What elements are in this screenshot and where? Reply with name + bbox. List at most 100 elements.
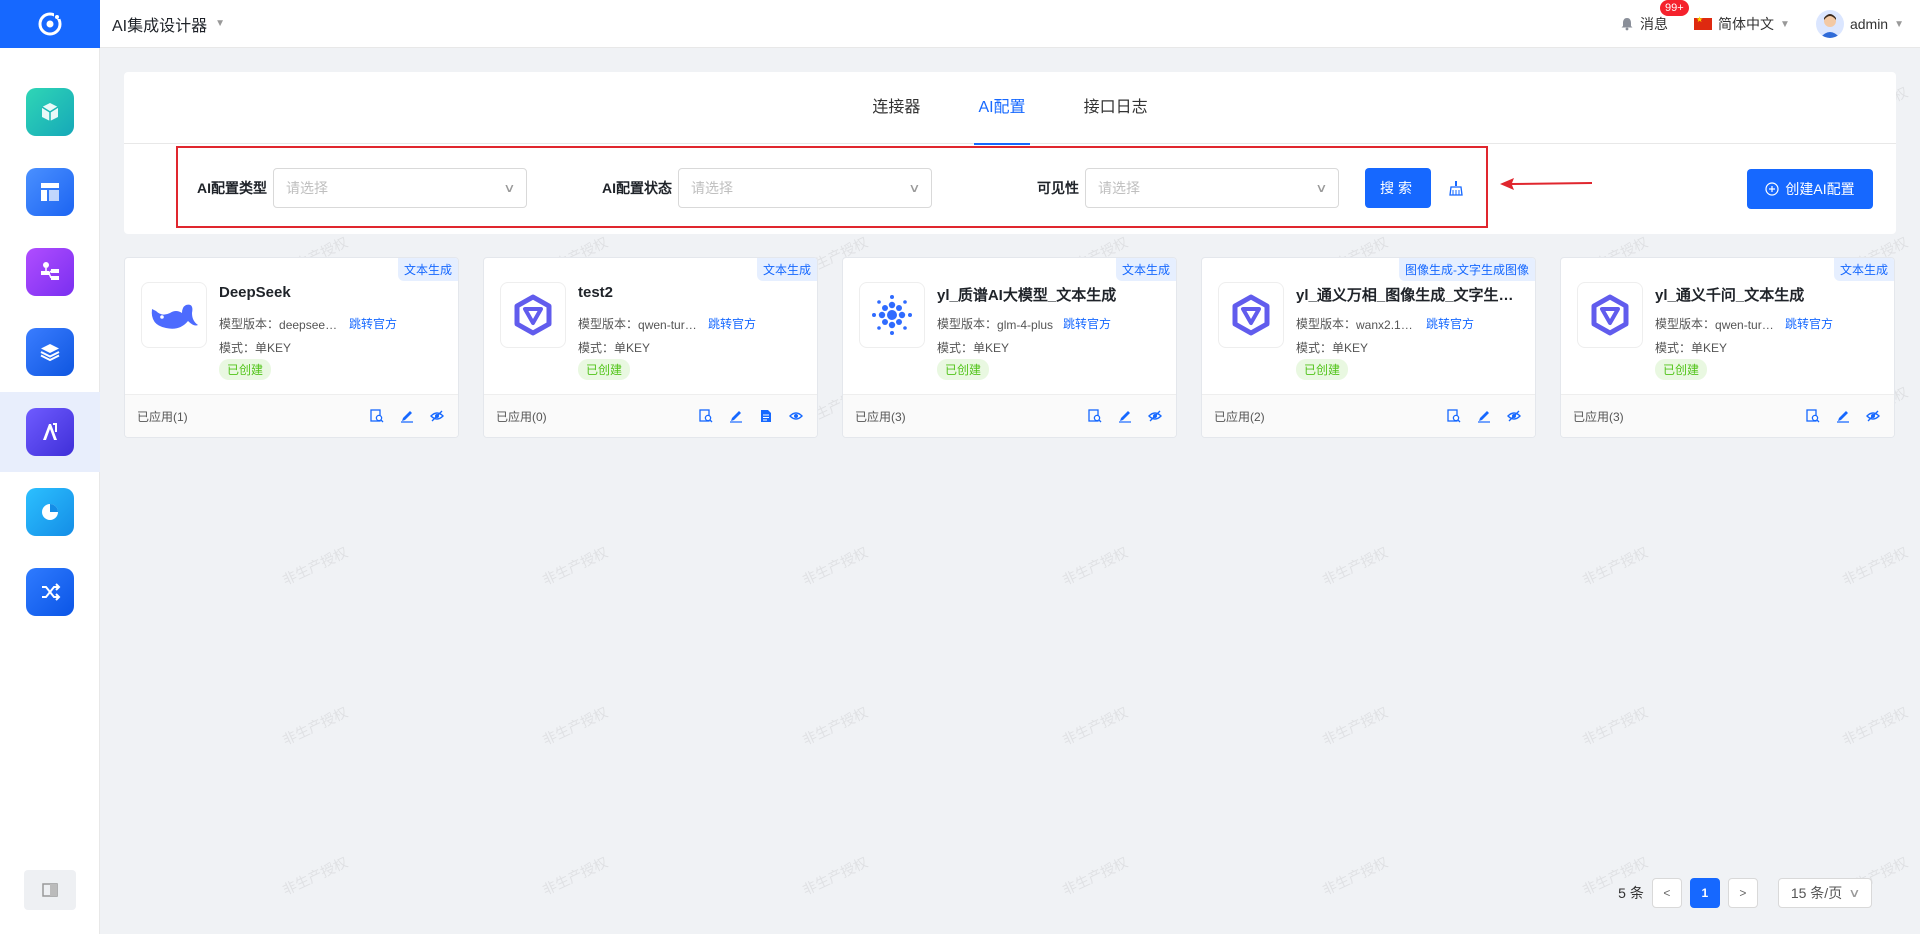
sidebar-item-ai[interactable] (0, 392, 100, 472)
chevron-down-icon: ∨ (908, 181, 921, 195)
applied-count: 已应用(0) (496, 409, 547, 424)
watermark-text: 非生产授权 (279, 853, 351, 899)
card-title: yl_质谱AI大模型_文本生成 (937, 287, 1117, 304)
sidebar-item-flow[interactable] (0, 232, 100, 312)
tab-connector[interactable]: 连接器 (868, 72, 924, 144)
logo-icon (38, 12, 62, 35)
visibility-select[interactable]: 请选择 ∨ (1085, 168, 1339, 208)
card-category-tag: 文本生成 (1833, 258, 1894, 281)
applied-count: 已应用(1) (137, 409, 188, 424)
next-page-button[interactable]: > (1727, 878, 1758, 908)
model-logo (1218, 282, 1284, 348)
create-ai-config-button[interactable]: 创建AI配置 (1747, 169, 1873, 209)
ai-config-card[interactable]: 文本生成 yl_质谱AI大模型_文本生成 模型版本：glm-4-plus 跳转官方 模式… (842, 257, 1177, 438)
status-filter: AI配置状态 请选择 ∨ (602, 168, 932, 208)
collapse-icon (42, 883, 58, 897)
card-title: DeepSeek (219, 284, 291, 301)
card-footer: 已应用(3) (1561, 394, 1894, 437)
page-button-current[interactable]: 1 (1689, 878, 1720, 908)
flow-icon (26, 248, 74, 296)
status-select[interactable]: 请选择 ∨ (678, 168, 932, 208)
notifications-button[interactable]: 消息 99+ (1620, 0, 1689, 34)
sidebar-item-box[interactable] (0, 72, 100, 152)
status-badge: 已创建 (937, 359, 990, 380)
version-label: 模型版本： (1296, 317, 1357, 331)
create-ai-config-label: 创建AI配置 (1785, 181, 1855, 197)
card-version-row: 模型版本：wanx2.1-t2i 跳转官方 (1296, 315, 1474, 332)
view-detail-icon[interactable] (1804, 407, 1822, 425)
view-detail-icon[interactable] (697, 407, 715, 425)
broom-icon[interactable] (1448, 180, 1464, 196)
sidebar (0, 48, 100, 934)
ai-config-card[interactable]: 文本生成 test2 模型版本：qwen-turbo 跳转官方 模式：单KEY 已创建 已应… (483, 257, 818, 438)
watermark-text: 非生产授权 (799, 853, 871, 899)
caret-down-icon: ▼ (1780, 18, 1790, 30)
type-select[interactable]: 请选择 ∨ (273, 168, 527, 208)
search-button[interactable]: 搜索 (1365, 168, 1431, 208)
official-site-link[interactable]: 跳转官方 (349, 317, 397, 331)
edit-icon[interactable] (398, 407, 416, 425)
prev-page-button[interactable]: < (1651, 878, 1682, 908)
eye-off-icon[interactable] (1864, 407, 1882, 425)
language-switcher[interactable]: 简体中文 ▼ (1694, 14, 1790, 34)
card-footer: 已应用(1) (125, 394, 458, 437)
sidebar-collapse-button[interactable] (24, 870, 76, 910)
card-title: yl_通义千问_文本生成 (1655, 287, 1805, 304)
sidebar-item-layers[interactable] (0, 312, 100, 392)
eye-off-icon[interactable] (428, 407, 446, 425)
cube-icon (26, 88, 74, 136)
version-value: deepseek-chat (279, 318, 339, 332)
sidebar-item-shuffle[interactable] (0, 552, 100, 632)
document-icon[interactable] (757, 407, 775, 425)
official-site-link[interactable]: 跳转官方 (708, 317, 756, 331)
watermark-text: 非生产授权 (1579, 703, 1651, 749)
view-detail-icon[interactable] (1445, 407, 1463, 425)
app-title-dropdown[interactable]: AI集成设计器 ▼ (112, 12, 225, 36)
avatar (1815, 10, 1844, 38)
status-badge: 已创建 (1655, 359, 1708, 380)
tab-bar: 连接器 AI配置 接口日志 (124, 72, 1896, 145)
model-logo (141, 282, 207, 348)
official-site-link[interactable]: 跳转官方 (1785, 317, 1833, 331)
app-logo[interactable] (0, 0, 100, 48)
layers-icon (26, 328, 74, 376)
eye-off-icon[interactable] (1146, 407, 1164, 425)
eye-off-icon[interactable] (1505, 407, 1523, 425)
chevron-down-icon: ∨ (1848, 886, 1861, 900)
edit-icon[interactable] (1475, 407, 1493, 425)
user-menu[interactable]: admin ▼ (1815, 10, 1904, 38)
layout-icon (26, 168, 74, 216)
edit-icon[interactable] (727, 407, 745, 425)
ai-config-card[interactable]: 图像生成-文字生成图像 yl_通义万相_图像生成_文字生成图像 模型版本：wanx2… (1201, 257, 1536, 438)
watermark-text: 非生产授权 (279, 703, 351, 749)
version-value: qwen-turbo (1715, 318, 1776, 332)
sidebar-item-chart[interactable] (0, 472, 100, 552)
applied-count: 已应用(3) (1573, 409, 1624, 424)
visibility-filter-label: 可见性 (1037, 180, 1079, 196)
watermark-text: 非生产授权 (1319, 703, 1391, 749)
china-flag-icon (1694, 15, 1713, 30)
edit-icon[interactable] (1834, 407, 1852, 425)
card-version-row: 模型版本：deepseek-chat 跳转官方 (219, 315, 397, 332)
status-filter-label: AI配置状态 (602, 180, 672, 196)
ai-config-card[interactable]: 文本生成 DeepSeek 模型版本：deepseek-chat 跳转官方模式：单KE… (124, 257, 459, 438)
official-site-link[interactable]: 跳转官方 (1063, 317, 1111, 331)
sidebar-item-layout[interactable] (0, 152, 100, 232)
pagination-total: 5 条 (1618, 885, 1644, 901)
page-size-select[interactable]: 15 条/页 ∨ (1777, 878, 1872, 908)
top-bar: AI集成设计器 ▼ 消息 99+ 简体中文 ▼ admin ▼ (0, 0, 1920, 48)
tab-ai-config[interactable]: AI配置 (974, 72, 1030, 145)
edit-icon[interactable] (1116, 407, 1134, 425)
tab-api-log[interactable]: 接口日志 (1080, 72, 1152, 144)
eye-icon[interactable] (787, 407, 805, 425)
card-mode: 模式：单KEY (219, 341, 292, 355)
ai-config-card[interactable]: 文本生成 yl_通义千问_文本生成 模型版本：qwen-turbo 跳转官方 模式：单K… (1560, 257, 1895, 438)
official-site-link[interactable]: 跳转官方 (1426, 317, 1474, 331)
view-detail-icon[interactable] (1086, 407, 1104, 425)
card-footer: 已应用(2) (1202, 394, 1535, 437)
model-logo (1577, 282, 1643, 348)
view-detail-icon[interactable] (368, 407, 386, 425)
card-footer: 已应用(3) (843, 394, 1176, 437)
language-label: 简体中文 (1718, 16, 1775, 32)
type-select-placeholder: 请选择 (286, 180, 328, 196)
